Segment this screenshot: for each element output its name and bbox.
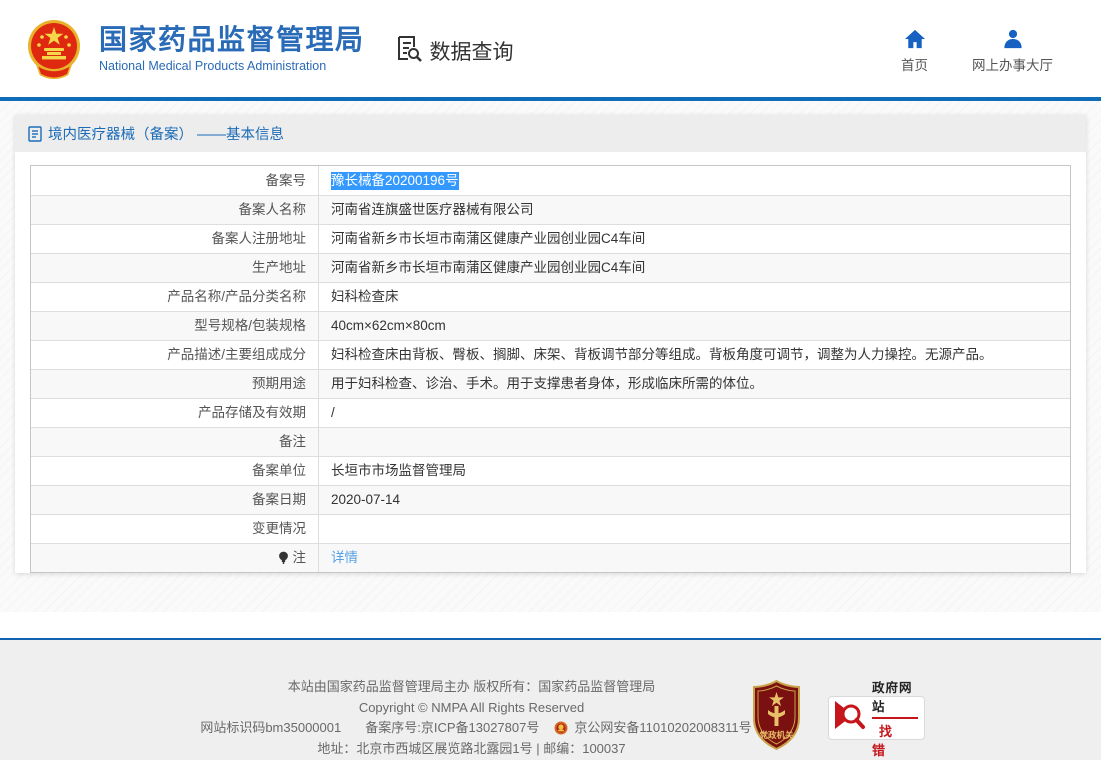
breadcrumb: 境内医疗器械（备案） ——基本信息 xyxy=(15,115,1086,152)
nav-item-home[interactable]: 首页 xyxy=(901,29,928,74)
detail-link[interactable]: 详情 xyxy=(331,549,358,567)
row-value: 河南省连旗盛世医疗器械有限公司 xyxy=(331,202,534,217)
row-label: 生产地址 xyxy=(31,254,319,282)
find-error-badge[interactable]: 政府网站 找错 xyxy=(828,681,925,758)
top-nav: 首页 网上办事大厅 xyxy=(901,29,1053,74)
table-row: 型号规格/包装规格 40cm×62cm×80cm xyxy=(31,311,1070,340)
table-row: 备案日期 2020-07-14 xyxy=(31,485,1070,514)
row-label: 变更情况 xyxy=(31,515,319,543)
row-label: 备案号 xyxy=(31,166,319,195)
footer-badges: 党政机关 政府网站 找错 xyxy=(752,679,925,758)
table-row: 备注 xyxy=(31,427,1070,456)
row-label: 产品存储及有效期 xyxy=(31,399,319,427)
row-value: 2020-07-14 xyxy=(331,492,401,507)
home-icon xyxy=(904,29,926,49)
table-row: 备案号 豫长械备20200196号 xyxy=(31,166,1070,195)
table-row: 预期用途 用于妇科检查、诊治、手术。用于支撑患者身体，形成临床所需的体位。 xyxy=(31,369,1070,398)
row-label: 备案人名称 xyxy=(31,196,319,224)
find-error-sub: 找错 xyxy=(872,723,900,758)
table-row: 生产地址 河南省新乡市长垣市南蒲区健康产业园创业园C4车间 xyxy=(31,253,1070,282)
table-row: 备案人注册地址 河南省新乡市长垣市南蒲区健康产业园创业园C4车间 xyxy=(31,224,1070,253)
table-row: 变更情况 xyxy=(31,514,1070,543)
row-value: / xyxy=(331,405,335,420)
row-value: 豫长械备20200196号 xyxy=(319,166,1070,195)
site-title-block: 国家药品监督管理局 National Medical Products Admi… xyxy=(99,24,365,73)
document-icon xyxy=(28,125,42,142)
table-row: 产品名称/产品分类名称 妇科检查床 xyxy=(31,282,1070,311)
nmpa-logo[interactable] xyxy=(22,17,86,81)
row-label: 备案单位 xyxy=(31,457,319,485)
row-value: 用于妇科检查、诊治、手术。用于支撑患者身体，形成临床所需的体位。 xyxy=(331,376,763,391)
footer-text: 本站由国家药品监督管理局主办 版权所有：国家药品监督管理局 Copyright … xyxy=(0,677,1101,759)
svg-text:党政机关: 党政机关 xyxy=(759,730,794,740)
table-row: 备案人名称 河南省连旗盛世医疗器械有限公司 xyxy=(31,195,1070,224)
footer-site-id: 网站标识码bm35000001 xyxy=(200,720,342,735)
table-row: 注详情 xyxy=(31,543,1070,572)
site-header: 国家药品监督管理局 National Medical Products Admi… xyxy=(0,0,1101,97)
row-value: 详情 xyxy=(319,544,1070,572)
data-query-heading[interactable]: 数据查询 xyxy=(393,33,514,69)
site-footer: 本站由国家药品监督管理局主办 版权所有：国家药品监督管理局 Copyright … xyxy=(0,638,1101,760)
nav-service-hall-label: 网上办事大厅 xyxy=(972,58,1053,73)
site-subtitle: National Medical Products Administration xyxy=(99,59,327,74)
table-row: 产品存储及有效期 / xyxy=(31,398,1070,427)
row-value xyxy=(319,515,1070,543)
document-search-icon xyxy=(393,33,423,69)
row-value: 河南省新乡市长垣市南蒲区健康产业园创业园C4车间 xyxy=(331,231,646,246)
nav-item-service-hall[interactable]: 网上办事大厅 xyxy=(972,29,1053,74)
row-label: 型号规格/包装规格 xyxy=(31,312,319,340)
table-row: 备案单位 长垣市市场监督管理局 xyxy=(31,456,1070,485)
row-value: 长垣市市场监督管理局 xyxy=(331,463,466,478)
main-area: 境内医疗器械（备案） ——基本信息 备案号 豫长械备20200196号 备案人名称河… xyxy=(0,101,1101,612)
footer-security-number[interactable]: 京公网安备11010202008311号 xyxy=(574,718,751,739)
row-label: 预期用途 xyxy=(31,370,319,398)
table-row: 产品描述/主要组成成分 妇科检查床由背板、臀板、搁脚、床架、背板调节部分等组成。背… xyxy=(31,340,1070,369)
content-panel: 境内医疗器械（备案） ——基本信息 备案号 豫长械备20200196号 备案人名称河… xyxy=(15,115,1086,573)
row-value xyxy=(319,428,1070,456)
registration-number-selected-text: 豫长械备20200196号 xyxy=(331,171,459,190)
row-label: 产品描述/主要组成成分 xyxy=(31,341,319,369)
data-query-label: 数据查询 xyxy=(429,40,514,64)
info-table: 备案号 豫长械备20200196号 备案人名称 河南省连旗盛世医疗器械有限公司 备案人注… xyxy=(30,165,1071,573)
row-value: 妇科检查床 xyxy=(331,289,399,304)
breadcrumb-text: 境内医疗器械（备案） ——基本信息 xyxy=(48,127,285,143)
site-title: 国家药品监督管理局 xyxy=(99,23,365,55)
person-icon xyxy=(1002,29,1024,49)
row-value: 妇科检查床由背板、臀板、搁脚、床架、背板调节部分等组成。背板角度可调节，调整为人… xyxy=(331,347,993,362)
find-error-text: 政府网站 找错 xyxy=(872,677,918,759)
police-badge-icon xyxy=(554,721,568,735)
row-value: 河南省新乡市长垣市南蒲区健康产业园创业园C4车间 xyxy=(331,260,646,275)
find-error-title: 政府网站 xyxy=(872,677,918,719)
row-label: 备案日期 xyxy=(31,486,319,514)
row-label: 产品名称/产品分类名称 xyxy=(31,283,319,311)
row-label: 备注 xyxy=(31,428,319,456)
national-emblem-icon xyxy=(22,17,86,81)
note-bulb-icon xyxy=(278,551,289,565)
footer-icp-number: 备案序号:京ICP备13027807号 xyxy=(365,720,540,735)
nav-home-label: 首页 xyxy=(901,58,928,73)
row-label: 注 xyxy=(31,544,319,572)
row-value: 40cm×62cm×80cm xyxy=(331,318,446,333)
red-magnifier-icon xyxy=(833,697,867,738)
party-government-shield-badge[interactable]: 党政机关 xyxy=(752,679,801,755)
row-label: 备案人注册地址 xyxy=(31,225,319,253)
